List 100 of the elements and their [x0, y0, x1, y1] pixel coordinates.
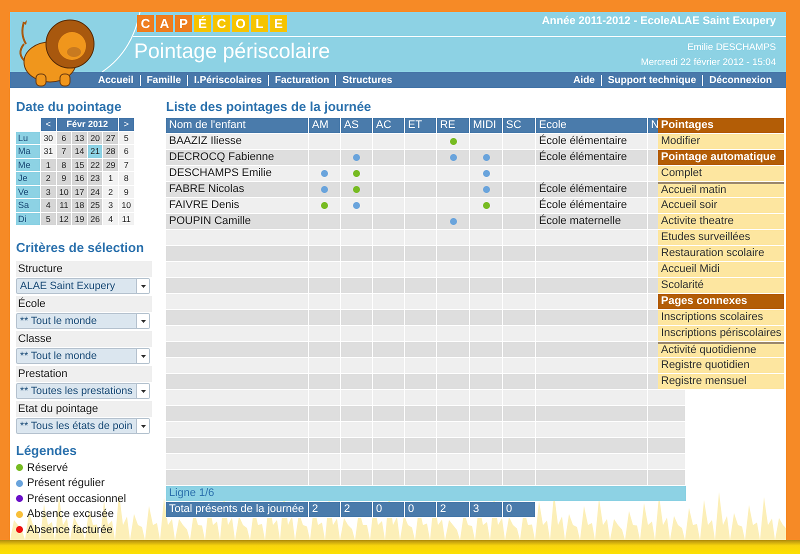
calendar-day[interactable]: 3 — [103, 199, 118, 212]
menu-item[interactable]: Inscriptions scolaires — [658, 310, 784, 326]
menu-item[interactable]: Accueil matin — [658, 182, 784, 198]
dropdown[interactable]: ** Tout le monde — [16, 348, 150, 364]
menu-item[interactable]: Registre mensuel — [658, 374, 784, 390]
calendar-day[interactable]: 6 — [56, 132, 72, 144]
table-cell — [437, 342, 470, 358]
menu-item[interactable]: Modifier — [658, 134, 784, 150]
calendar-day[interactable]: 15 — [72, 158, 87, 171]
table-cell — [341, 470, 373, 486]
calendar-day[interactable]: 10 — [118, 199, 134, 212]
calendar-day[interactable]: 10 — [56, 186, 72, 198]
table-cell — [470, 294, 503, 310]
menu-item[interactable]: Activite theatre — [658, 214, 784, 230]
user-name: Emilie DESCHAMPS — [687, 42, 776, 53]
calendar-day[interactable]: 21 — [88, 145, 102, 158]
section-title: Critères de sélection — [16, 239, 145, 257]
table-cell — [405, 422, 437, 438]
section-title: Liste des pointages de la journée — [166, 98, 372, 116]
table-cell — [373, 294, 405, 310]
column-header: RE — [437, 118, 470, 134]
calendar-day[interactable]: 4 — [103, 212, 118, 225]
table-cell — [309, 294, 341, 310]
menu-item[interactable]: Registre quotidien — [658, 358, 784, 374]
menu-item[interactable]: Etudes surveillées — [658, 230, 784, 246]
nav-link[interactable]: Aide — [567, 74, 601, 86]
calendar-day[interactable]: 4 — [41, 199, 56, 212]
next-month-button[interactable]: > — [118, 118, 134, 130]
menu-item[interactable]: Accueil Midi — [658, 262, 784, 278]
prev-month-button[interactable]: < — [41, 118, 56, 130]
menu-item[interactable]: Scolarité — [658, 278, 784, 294]
calendar-day[interactable]: 6 — [118, 145, 134, 158]
dropdown[interactable]: ** Tout le monde — [16, 313, 150, 329]
caret-icon — [140, 354, 146, 358]
calendar-day[interactable]: 7 — [56, 145, 72, 158]
table-cell — [470, 230, 503, 246]
calendar-day[interactable]: 8 — [56, 158, 72, 171]
calendar-day[interactable]: 1 — [41, 158, 56, 171]
calendar-day[interactable]: 2 — [41, 172, 56, 184]
dropdown[interactable]: ** Tous les états de poin — [16, 418, 150, 434]
total-cell: 2 — [309, 502, 341, 518]
nav-link[interactable]: Facturation — [268, 74, 336, 86]
column-header: AC — [373, 118, 405, 134]
menu-item[interactable]: Accueil soir — [658, 198, 784, 214]
calendar-day[interactable]: 23 — [88, 172, 102, 184]
calendar-day[interactable]: 18 — [72, 199, 87, 212]
logo-letter: É — [194, 15, 211, 32]
calendar-day[interactable]: 26 — [88, 212, 102, 225]
menu-item[interactable]: Restauration scolaire — [658, 246, 784, 262]
total-cell: 2 — [341, 502, 373, 518]
calendar-day[interactable]: 22 — [88, 158, 102, 171]
weekday-label: Me — [16, 158, 40, 171]
calendar-day[interactable]: 29 — [103, 158, 118, 171]
calendar-day[interactable]: 14 — [72, 145, 87, 158]
table-cell — [503, 230, 536, 246]
calendar-day[interactable]: 30 — [41, 132, 56, 144]
table-cell — [503, 470, 536, 486]
calendar-day[interactable]: 13 — [72, 132, 87, 144]
calendar-day[interactable]: 16 — [72, 172, 87, 184]
total-cell: 2 — [437, 502, 470, 518]
table-cell — [503, 262, 536, 278]
nav-link[interactable]: Structures — [335, 74, 398, 86]
menu-item[interactable]: Inscriptions périscolaires — [658, 326, 784, 342]
nav-link[interactable]: Support technique — [600, 74, 702, 86]
calendar-day[interactable]: 12 — [56, 212, 72, 225]
calendar-day[interactable]: 5 — [118, 132, 134, 144]
calendar-day[interactable]: 7 — [118, 158, 134, 171]
calendar-day[interactable]: 28 — [103, 145, 118, 158]
calendar-day[interactable]: 27 — [103, 132, 118, 144]
nav-link[interactable]: I.Périscolaires — [187, 74, 268, 86]
field-label: École — [16, 296, 152, 312]
table-cell — [309, 246, 341, 262]
calendar-day[interactable]: 5 — [41, 212, 56, 225]
calendar-day[interactable]: 9 — [118, 186, 134, 198]
calendar-day[interactable]: 11 — [118, 212, 134, 225]
nav-link[interactable]: Famille — [140, 74, 188, 86]
dropdown[interactable]: ** Toutes les prestations — [16, 383, 150, 399]
calendar-day[interactable]: 3 — [41, 186, 56, 198]
calendar-day[interactable]: 20 — [88, 132, 102, 144]
calendar-day[interactable]: 2 — [103, 186, 118, 198]
calendar-day[interactable]: 19 — [72, 212, 87, 225]
table-cell — [373, 406, 405, 422]
calendar-day[interactable]: 1 — [103, 172, 118, 184]
calendar-day[interactable]: 17 — [72, 186, 87, 198]
nav-link[interactable]: Déconnexion — [702, 74, 778, 86]
dropdown[interactable]: ALAE Saint Exupery — [16, 278, 150, 294]
nav-link[interactable]: Accueil — [92, 74, 140, 86]
calendar-day[interactable]: 25 — [88, 199, 102, 212]
calendar-day[interactable]: 11 — [56, 199, 72, 212]
calendar-day[interactable]: 8 — [118, 172, 134, 184]
table-cell — [373, 454, 405, 470]
calendar-day[interactable]: 24 — [88, 186, 102, 198]
calendar-day[interactable]: 9 — [56, 172, 72, 184]
table-cell: École élémentaire — [536, 182, 648, 198]
menu-item[interactable]: Activité quotidienne — [658, 342, 784, 358]
menu-item[interactable]: Complet — [658, 166, 784, 182]
calendar-day[interactable]: 31 — [41, 145, 56, 158]
field-label: Classe — [16, 331, 152, 347]
table-cell — [470, 406, 503, 422]
table-cell — [309, 278, 341, 294]
